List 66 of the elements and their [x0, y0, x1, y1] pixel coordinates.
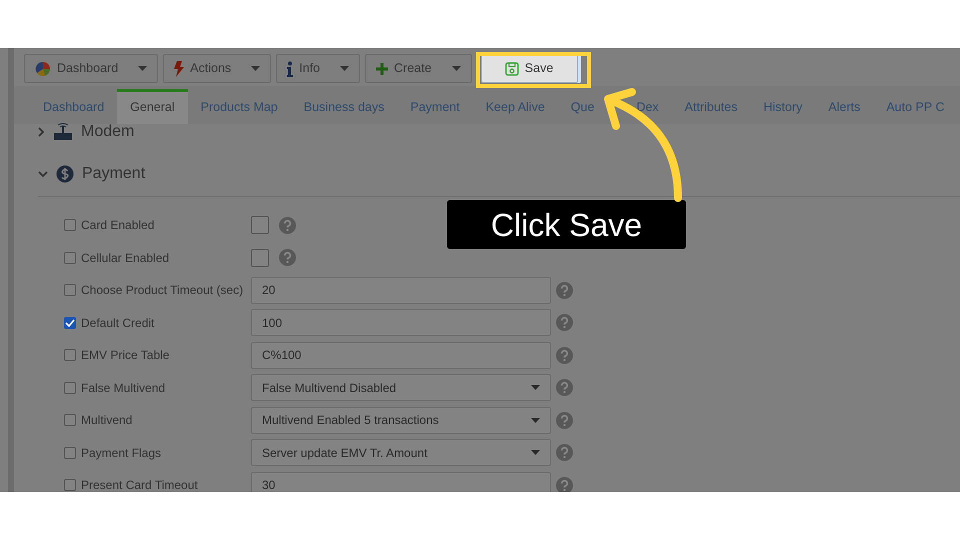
dropdown-button[interactable]: Dashboard [24, 54, 158, 83]
field-label: EMV Price Table [81, 347, 170, 364]
caret-icon [531, 385, 540, 390]
checkbox[interactable] [64, 252, 76, 264]
input-field[interactable]: C%100 [251, 342, 551, 369]
info-icon [287, 60, 294, 76]
tab[interactable]: Alerts [815, 89, 874, 124]
lightning-icon [174, 60, 184, 76]
checkbox[interactable] [64, 284, 76, 296]
plus-icon [376, 62, 388, 74]
input-field[interactable]: 30 [251, 472, 551, 492]
dropdown-field[interactable]: Server update EMV Tr. Amount [251, 439, 551, 466]
dropdown-button[interactable]: Actions [163, 54, 272, 83]
checkbox[interactable] [64, 479, 76, 492]
save-button[interactable]: Save [480, 54, 578, 83]
field-label: Payment Flags [81, 444, 162, 462]
pie-chart-icon [35, 60, 51, 76]
caret-icon [251, 66, 260, 71]
help-icon [556, 412, 573, 429]
help-icon [556, 346, 573, 364]
field-label: Multivend [81, 412, 134, 430]
tab[interactable]: Business days [290, 89, 398, 124]
tab[interactable]: General [117, 89, 188, 124]
dropdown-field[interactable]: False Multivend Disabled [251, 374, 551, 402]
help-icon [556, 379, 573, 396]
tab[interactable]: Products Map [188, 89, 291, 124]
tab[interactable]: Auto PP C [873, 89, 958, 124]
field-label: Default Credit [81, 314, 156, 332]
tab[interactable]: Keep Alive [472, 89, 558, 124]
field-label: Cellular Enabled [81, 250, 170, 267]
help-icon [556, 314, 573, 332]
caret-icon [340, 66, 350, 71]
checkbox[interactable] [64, 316, 76, 329]
caret-icon [531, 418, 540, 423]
tab[interactable]: Payment [397, 89, 473, 124]
callout-label: Click Save [447, 200, 686, 249]
checkbox[interactable] [64, 414, 76, 426]
field-label: Card Enabled [81, 217, 156, 234]
dropdown-button[interactable]: Info [276, 54, 360, 83]
section-title[interactable]: Payment [82, 162, 146, 186]
tab[interactable]: History [750, 89, 816, 124]
tab[interactable]: Dex [636, 89, 672, 124]
checkbox[interactable] [64, 349, 76, 362]
checkbox[interactable] [64, 446, 76, 459]
field-label: Present Card Timeout [81, 477, 199, 492]
dropdown-button[interactable]: Create [365, 54, 472, 83]
caret-icon [138, 66, 148, 71]
help-icon [556, 282, 573, 299]
field-label: False Multivend [81, 380, 166, 397]
help-icon [279, 249, 296, 266]
checkbox[interactable] [64, 382, 76, 394]
checkbox[interactable] [251, 216, 269, 234]
dollar-icon [56, 165, 74, 183]
caret-icon [531, 450, 540, 456]
field-label: Choose Product Timeout (sec) [81, 282, 244, 300]
help-icon [556, 444, 573, 462]
caret-icon [452, 66, 461, 71]
checkbox[interactable] [64, 219, 76, 232]
input-field[interactable]: 100 [251, 309, 551, 336]
help-icon [279, 216, 296, 234]
dropdown-field[interactable]: Multivend Enabled 5 transactions [251, 406, 551, 434]
checkbox[interactable] [251, 248, 269, 267]
input-field[interactable]: 20 [251, 276, 551, 304]
tab[interactable]: Attributes [672, 89, 750, 124]
modem-icon [53, 123, 73, 141]
tab[interactable]: Que [558, 89, 594, 124]
